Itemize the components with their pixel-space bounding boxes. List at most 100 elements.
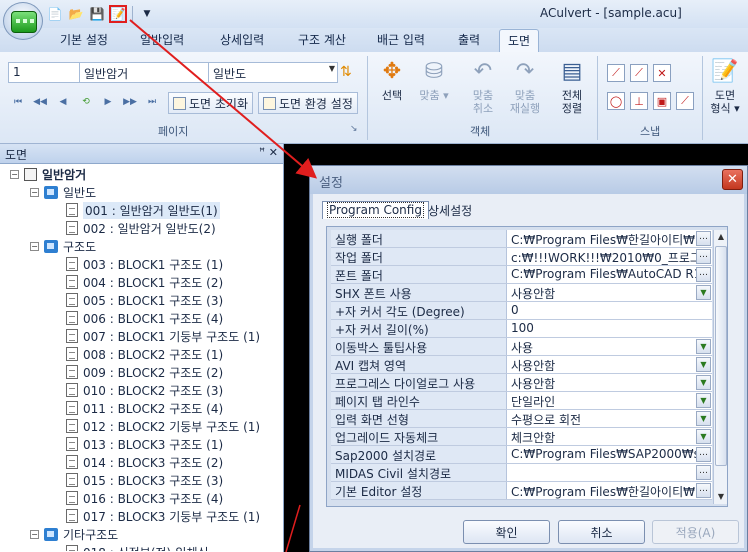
snap-endpoint-icon[interactable]: ⟋	[607, 64, 625, 82]
chevron-down-icon[interactable]: ▼	[696, 411, 711, 426]
prev-page-icon[interactable]: ◀	[55, 94, 71, 110]
property-row[interactable]: 작업 폴더 c:₩!!!WORK!!!₩2010₩0_프로그램…	[331, 248, 712, 266]
next-fast-icon[interactable]: ▶▶	[122, 94, 138, 110]
snap-center-icon[interactable]: ◯	[607, 92, 625, 110]
tab-drawing[interactable]: 도면	[499, 29, 540, 52]
app-menu-button[interactable]	[3, 2, 43, 40]
chevron-down-icon[interactable]: ▼	[696, 357, 711, 372]
open-icon[interactable]: 📂	[67, 5, 85, 23]
tree-item[interactable]: 013 : BLOCK3 구조도 (1)	[66, 435, 223, 453]
property-row[interactable]: 업그레이드 자동체크 체크안함 ▼	[331, 428, 712, 446]
next-page-icon[interactable]: ▶	[100, 94, 116, 110]
dialog-close-button[interactable]: ✕	[722, 169, 743, 190]
property-value[interactable]: 100	[507, 320, 712, 337]
page-number-field[interactable]: 1	[8, 62, 80, 83]
tree-item[interactable]: 015 : BLOCK3 구조도 (3)	[66, 471, 223, 489]
tab-rebar-input[interactable]: 배근 입력	[377, 31, 425, 52]
property-row[interactable]: MIDAS Civil 설치경로 …	[331, 464, 712, 482]
drawing-format-button[interactable]: 📝 도면 형식 ▾	[703, 56, 747, 115]
property-row[interactable]: +자 커서 길이(%) 100	[331, 320, 712, 338]
browse-button[interactable]: …	[696, 483, 711, 498]
fit-cancel-button[interactable]: ↶ 맞춤 취소	[461, 56, 505, 115]
tree-item[interactable]: 003 : BLOCK1 구조도 (1)	[66, 255, 223, 273]
tree-root[interactable]: − 일반암거	[10, 165, 86, 183]
property-value[interactable]: C:₩Program Files₩SAP2000₩s…	[507, 446, 712, 463]
tree-item[interactable]: 011 : BLOCK2 구조도 (4)	[66, 399, 223, 417]
save-icon[interactable]: 💾	[88, 5, 106, 23]
close-icon[interactable]: ✕	[269, 146, 278, 159]
apply-button[interactable]: 적용(A)	[652, 520, 739, 544]
tree-item[interactable]: 006 : BLOCK1 구조도 (4)	[66, 309, 223, 327]
snap-intersection-icon[interactable]: ✕	[653, 64, 671, 82]
property-value[interactable]: 0	[507, 302, 712, 319]
tree-item[interactable]: 014 : BLOCK3 구조도 (2)	[66, 453, 223, 471]
property-value[interactable]: 사용안함 ▼	[507, 374, 712, 391]
property-value[interactable]: c:₩!!!WORK!!!₩2010₩0_프로그램…	[507, 248, 712, 265]
property-row[interactable]: SHX 폰트 사용 사용안함 ▼	[331, 284, 712, 302]
chevron-down-icon[interactable]: ▼	[696, 429, 711, 444]
property-value[interactable]: 사용안함 ▼	[507, 284, 712, 301]
browse-button[interactable]: …	[696, 267, 711, 282]
tab-structural-calc[interactable]: 구조 계산	[298, 31, 346, 52]
dropdown-icon[interactable]: ▼	[138, 5, 156, 23]
collapse-icon[interactable]: −	[30, 241, 39, 251]
tab-detail-settings[interactable]: 상세설정	[424, 201, 476, 219]
browse-button[interactable]: …	[696, 249, 711, 264]
drawing-combo[interactable]: 일반도 ▼	[208, 62, 338, 83]
property-row[interactable]: AVI 캡쳐 영역 사용안함 ▼	[331, 356, 712, 374]
browse-button[interactable]: …	[696, 447, 711, 462]
property-row[interactable]: 이동박스 툴팁사용 사용 ▼	[331, 338, 712, 356]
scroll-down-icon[interactable]: ▼	[714, 490, 728, 504]
property-value[interactable]: 사용 ▼	[507, 338, 712, 355]
prev-fast-icon[interactable]: ◀◀	[32, 94, 48, 110]
property-row[interactable]: 페이지 탭 라인수 단일라인 ▼	[331, 392, 712, 410]
collapse-icon[interactable]: −	[30, 187, 39, 197]
property-value[interactable]: C:₩Program Files₩한길아이티₩…	[507, 482, 712, 499]
property-row[interactable]: 실행 폴더 C:₩Program Files₩한길아이티₩…	[331, 230, 712, 248]
tree-item[interactable]: 007 : BLOCK1 기둥부 구조도 (1)	[66, 327, 260, 345]
tree-group[interactable]: − 일반도	[30, 183, 96, 201]
fit-button[interactable]: ⛁ 맞춤 ▾	[412, 56, 456, 102]
tab-basic-settings[interactable]: 기본 설정	[60, 31, 108, 52]
collapse-icon[interactable]: −	[10, 169, 19, 179]
reset-drawing-button[interactable]: 도면 초기화	[168, 92, 254, 114]
first-page-icon[interactable]: ⏮	[10, 94, 26, 110]
snap-node-icon[interactable]: ▣	[653, 92, 671, 110]
arrange-all-button[interactable]: ▤ 전체 정렬	[550, 56, 594, 115]
tree-item[interactable]: 008 : BLOCK2 구조도 (1)	[66, 345, 223, 363]
property-row[interactable]: Sap2000 설치경로 C:₩Program Files₩SAP2000₩s…	[331, 446, 712, 464]
property-value[interactable]: 단일라인 ▼	[507, 392, 712, 409]
property-value[interactable]: …	[507, 464, 712, 481]
grid-scrollbar[interactable]: ▲ ▼	[713, 230, 727, 504]
property-row[interactable]: 프로그레스 다이얼로그 사용 사용안함 ▼	[331, 374, 712, 392]
property-value[interactable]: C:₩Program Files₩한길아이티₩…	[507, 230, 712, 247]
browse-button[interactable]: …	[696, 465, 711, 480]
tree-item[interactable]: 005 : BLOCK1 구조도 (3)	[66, 291, 223, 309]
tree-item[interactable]: 016 : BLOCK3 구조도 (4)	[66, 489, 223, 507]
dialog-title-bar[interactable]: 설정 ✕	[310, 166, 747, 194]
snap-perpendicular-icon[interactable]: ⊥	[630, 92, 648, 110]
settings-icon[interactable]: 📝	[109, 5, 127, 23]
snap-midpoint-icon[interactable]: ⟋	[630, 64, 648, 82]
tree-group[interactable]: − 구조도	[30, 237, 96, 255]
browse-button[interactable]: …	[696, 231, 711, 246]
tab-detail-input[interactable]: 상세입력	[220, 31, 264, 52]
scroll-up-icon[interactable]: ▲	[714, 230, 728, 244]
property-value[interactable]: 사용안함 ▼	[507, 356, 712, 373]
tab-general-input[interactable]: 일반입력	[140, 31, 184, 52]
new-icon[interactable]: 📄	[46, 5, 64, 23]
refresh-icon[interactable]: ⟲	[78, 94, 94, 110]
pin-icon[interactable]: ꟸ	[259, 147, 265, 158]
snap-nearest-icon[interactable]: ⟋	[676, 92, 694, 110]
property-row[interactable]: 폰트 폴더 C:₩Program Files₩AutoCAD R1…	[331, 266, 712, 284]
drawing-env-button[interactable]: 도면 환경 설정	[258, 92, 358, 114]
dialog-launcher-icon[interactable]: ↘	[350, 124, 358, 134]
sort-arrows-icon[interactable]: ⇅	[340, 64, 352, 80]
tree-item[interactable]: 010 : BLOCK2 구조도 (3)	[66, 381, 223, 399]
chevron-down-icon[interactable]: ▼	[696, 285, 711, 300]
tab-output[interactable]: 출력	[458, 31, 480, 52]
chevron-down-icon[interactable]: ▼	[696, 393, 711, 408]
last-page-icon[interactable]: ⏭	[144, 94, 160, 110]
tab-program-config[interactable]: Program Config	[322, 201, 429, 219]
tree-item[interactable]: 009 : BLOCK2 구조도 (2)	[66, 363, 223, 381]
